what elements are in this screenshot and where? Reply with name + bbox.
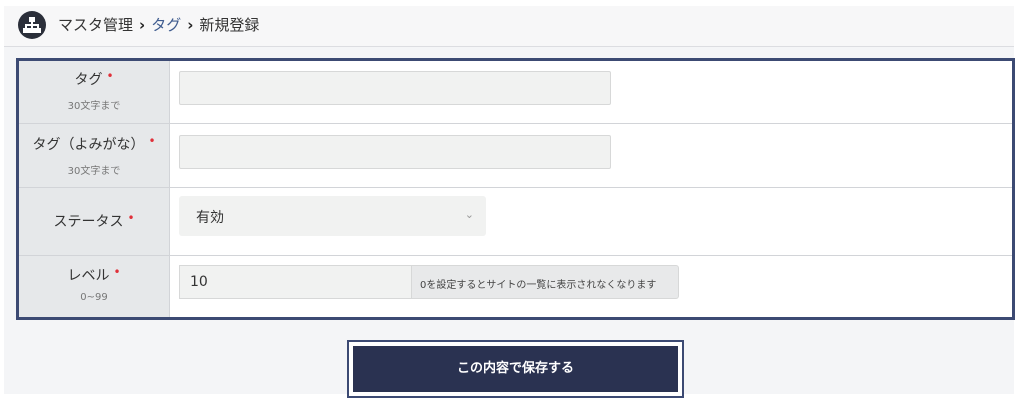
breadcrumb: マスタ管理 › タグ › 新規登録 — [58, 15, 259, 35]
status-selected-value: 有効 — [196, 210, 224, 226]
field-label: タグ • — [74, 69, 114, 88]
required-mark: • — [127, 211, 135, 225]
field-label: レベル • — [67, 265, 121, 284]
content-panel: マスタ管理 › タグ › 新規登録 タグ • 30文字まで タグ（よみがな） • 30文字ま… — [4, 6, 1015, 398]
chevron-right-icon: › — [139, 16, 146, 34]
breadcrumb-current: 新規登録 — [199, 16, 260, 34]
level-hint-addon: 0を設定するとサイトの一覧に表示されなくなります — [411, 265, 679, 299]
breadcrumb-tag[interactable]: タグ — [151, 16, 181, 34]
required-mark: • — [113, 265, 121, 279]
tag-input[interactable] — [179, 71, 611, 105]
chevron-down-icon: ⌄ — [464, 208, 474, 221]
field-hint: 30文字まで — [67, 166, 121, 177]
save-button-focus-frame: この内容で保存する — [347, 340, 684, 398]
field-label: ステータス • — [53, 211, 135, 230]
form-row-level: レベル • 0~99 10 0を設定するとサイトの一覧に表示されなくなります — [19, 256, 1012, 317]
row-label: レベル • 0~99 — [19, 256, 170, 317]
level-value: 10 — [190, 274, 208, 290]
status-select[interactable]: 有効 ⌄ — [179, 196, 486, 236]
level-hint-text: 0を設定するとサイトの一覧に表示されなくなります — [420, 280, 657, 291]
required-mark: • — [148, 134, 156, 148]
chevron-right-icon: › — [187, 16, 194, 34]
tag-reading-input[interactable] — [179, 135, 611, 169]
field-hint: 30文字まで — [67, 101, 121, 112]
page: マスタ管理 › タグ › 新規登録 タグ • 30文字まで タグ（よみがな） • 30文字ま… — [0, 0, 1024, 400]
row-label: ステータス • — [19, 188, 170, 255]
form-row-status: ステータス • 有効 ⌄ — [19, 188, 1012, 256]
required-mark: • — [106, 69, 114, 83]
row-label: タグ • 30文字まで — [19, 61, 170, 123]
field-hint: 0~99 — [80, 292, 108, 303]
form-row-tag: タグ • 30文字まで — [19, 61, 1012, 124]
row-label: タグ（よみがな） • 30文字まで — [19, 124, 170, 187]
form-table: タグ• 30文字まで タグ（よみがな）• 30文字まで ステータス• 有効 — [16, 58, 1015, 320]
save-button[interactable]: この内容で保存する — [353, 346, 678, 392]
sitemap-icon — [18, 11, 46, 39]
field-label: タグ（よみがな） • — [32, 134, 156, 153]
breadcrumb-master[interactable]: マスタ管理 — [58, 16, 133, 34]
level-input[interactable]: 10 — [179, 265, 411, 299]
page-header: マスタ管理 › タグ › 新規登録 — [4, 6, 1014, 47]
form-row-reading: タグ（よみがな） • 30文字まで — [19, 124, 1012, 188]
